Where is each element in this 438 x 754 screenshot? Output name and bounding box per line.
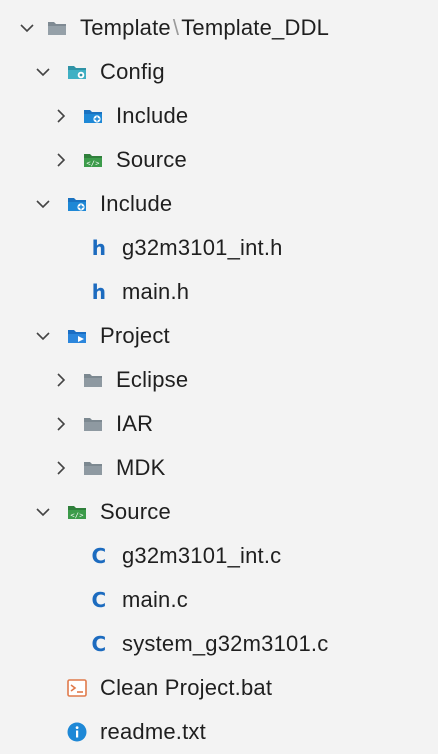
chevron-right-icon[interactable] xyxy=(50,149,72,171)
include-folder-icon xyxy=(82,105,104,127)
tree-item-file-clean-bat[interactable]: Clean Project.bat xyxy=(0,666,438,710)
config-folder-icon xyxy=(66,61,88,83)
tree-item-label: Eclipse xyxy=(116,367,189,392)
tree-item-label: Template xyxy=(80,15,171,40)
tree-item-label: MDK xyxy=(116,455,166,480)
tree-item-label: Source xyxy=(116,147,187,172)
tree-item-iar[interactable]: IAR xyxy=(0,402,438,446)
tree-item-file-main-h[interactable]: h main.h xyxy=(0,270,438,314)
c-file-icon: C xyxy=(91,544,107,568)
tree-item-label: readme.txt xyxy=(100,719,206,744)
folder-icon xyxy=(82,457,104,479)
tree-item-include[interactable]: Include xyxy=(0,182,438,226)
tree-item-label: Config xyxy=(100,59,165,84)
tree-item-label: Clean Project.bat xyxy=(100,675,273,700)
chevron-right-icon[interactable] xyxy=(50,369,72,391)
tree-item-label: Include xyxy=(100,191,173,216)
tree-item-label: Include xyxy=(116,103,189,128)
chevron-right-icon[interactable] xyxy=(50,413,72,435)
info-icon xyxy=(66,721,88,743)
tree-item-label: system_g32m3101.c xyxy=(122,631,329,656)
chevron-down-icon[interactable] xyxy=(32,501,54,523)
folder-icon xyxy=(82,369,104,391)
tree-item-label: g32m3101_int.c xyxy=(122,543,282,568)
chevron-right-icon[interactable] xyxy=(50,457,72,479)
tree-item-config[interactable]: Config xyxy=(0,50,438,94)
tree-item-eclipse[interactable]: Eclipse xyxy=(0,358,438,402)
source-folder-icon: </> xyxy=(82,149,104,171)
svg-text:</>: </> xyxy=(86,160,99,168)
tree-item-mdk[interactable]: MDK xyxy=(0,446,438,490)
file-explorer-tree: Template \ Template_DDL Config Include </>… xyxy=(0,0,438,747)
svg-text:</>: </> xyxy=(70,512,83,520)
chevron-down-icon[interactable] xyxy=(32,193,54,215)
tree-item-file-int-h[interactable]: h g32m3101_int.h xyxy=(0,226,438,270)
tree-item-source[interactable]: </> Source xyxy=(0,490,438,534)
c-file-icon: C xyxy=(91,632,107,656)
terminal-script-icon xyxy=(66,677,88,699)
path-separator: \ xyxy=(172,15,180,40)
chevron-right-icon[interactable] xyxy=(50,105,72,127)
folder-icon xyxy=(82,413,104,435)
tree-item-config-source[interactable]: </> Source xyxy=(0,138,438,182)
tree-item-file-readme[interactable]: readme.txt xyxy=(0,710,438,754)
tree-item-file-int-c[interactable]: C g32m3101_int.c xyxy=(0,534,438,578)
tree-item-label: Project xyxy=(100,323,170,348)
chevron-down-icon[interactable] xyxy=(32,61,54,83)
tree-item-project[interactable]: Project xyxy=(0,314,438,358)
tree-item-config-include[interactable]: Include xyxy=(0,94,438,138)
source-folder-open-icon: </> xyxy=(66,501,88,523)
tree-item-label: IAR xyxy=(116,411,154,436)
chevron-down-icon[interactable] xyxy=(32,325,54,347)
tree-item-root[interactable]: Template \ Template_DDL xyxy=(0,6,438,50)
header-file-icon: h xyxy=(91,236,107,260)
tree-item-file-main-c[interactable]: C main.c xyxy=(0,578,438,622)
c-file-icon: C xyxy=(91,588,107,612)
folder-open-icon xyxy=(46,17,68,39)
chevron-down-icon[interactable] xyxy=(16,17,38,39)
tree-item-label: Template_DDL xyxy=(181,15,330,40)
include-folder-open-icon xyxy=(66,193,88,215)
tree-item-label: main.h xyxy=(122,279,190,304)
tree-item-label: main.c xyxy=(122,587,188,612)
tree-item-label: g32m3101_int.h xyxy=(122,235,283,260)
tree-item-label: Source xyxy=(100,499,171,524)
tree-item-file-system-c[interactable]: C system_g32m3101.c xyxy=(0,622,438,666)
header-file-icon: h xyxy=(91,280,107,304)
project-folder-icon xyxy=(66,325,88,347)
